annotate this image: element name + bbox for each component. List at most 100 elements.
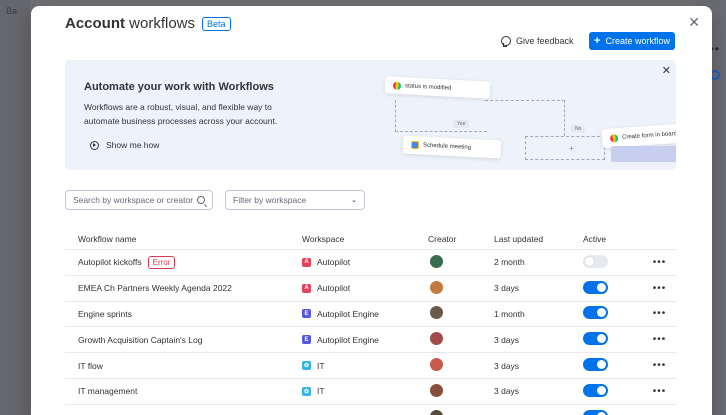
- workflow-illustration: status is modified Yes No Schedule meeti…: [315, 60, 676, 170]
- last-updated-cell: 3 days: [494, 386, 520, 397]
- active-cell: [583, 383, 643, 399]
- active-cell: [583, 254, 643, 270]
- avatar[interactable]: [430, 358, 443, 372]
- drop-shadow-shape: [611, 146, 676, 162]
- avatar[interactable]: [430, 383, 443, 397]
- workflow-name[interactable]: Growth Acquisition Captain's Log: [78, 335, 202, 345]
- show-me-how-link[interactable]: Show me how: [90, 140, 159, 150]
- close-icon[interactable]: ✕: [688, 14, 700, 31]
- workflows-table: Workflow name Workspace Creator Last upd…: [65, 228, 676, 415]
- workspace-name: Autopilot: [317, 283, 351, 294]
- workflow-name-cell: IT management: [65, 386, 302, 396]
- connector-line: [395, 100, 487, 132]
- workspace-name: Autopilot: [317, 257, 351, 268]
- active-toggle[interactable]: [583, 280, 608, 294]
- workspace-icon: ✿: [302, 386, 311, 396]
- more-options-icon[interactable]: •••: [643, 257, 676, 268]
- last-updated-cell: 2 month: [494, 257, 525, 268]
- more-options-icon[interactable]: •••: [643, 283, 676, 294]
- yes-pill: Yes: [453, 120, 470, 128]
- placeholder-box: [525, 136, 605, 160]
- workflows-banner: Automate your work with Workflows Workfl…: [65, 60, 676, 170]
- workspace-icon: ✿: [302, 361, 311, 371]
- workflow-name-cell: IT flow: [65, 361, 302, 371]
- banner-title: Automate your work with Workflows: [84, 81, 274, 93]
- play-icon: [90, 140, 99, 150]
- chat-bubble-icon: [501, 36, 511, 47]
- more-options-icon[interactable]: •••: [643, 360, 676, 371]
- workflow-name[interactable]: IT management: [78, 386, 137, 396]
- give-feedback-button[interactable]: Give feedback: [501, 36, 574, 47]
- avatar[interactable]: [430, 280, 443, 294]
- table-row[interactable]: Engine sprints E Autopilot Engine 1 mont…: [65, 302, 676, 328]
- workspace-name: IT: [317, 386, 325, 397]
- header-active: Active: [583, 233, 607, 244]
- avatar[interactable]: [430, 254, 443, 268]
- search-input[interactable]: Search by workspace or creator: [65, 190, 213, 210]
- chevron-down-icon: ⌄: [351, 197, 357, 204]
- creator-cell: [428, 254, 494, 270]
- error-badge: Error: [147, 255, 176, 269]
- table-row[interactable]: IT management ✿ IT 3 days •••: [65, 379, 676, 405]
- workflow-name[interactable]: Engine sprints: [78, 309, 132, 319]
- workspace-icon: A: [302, 257, 311, 267]
- workspace-cell: A Autopilot: [302, 257, 428, 267]
- beta-badge: Beta: [202, 17, 231, 31]
- background-sidebar: [0, 0, 30, 415]
- form-card: Create form in board: [601, 122, 676, 149]
- active-toggle[interactable]: [583, 306, 608, 320]
- more-options-icon[interactable]: •••: [643, 386, 676, 397]
- active-toggle[interactable]: [583, 383, 608, 397]
- workspace-cell: A Autopilot: [302, 283, 428, 293]
- workflow-name[interactable]: Autopilot kickoffs: [78, 257, 142, 267]
- background-tab: Ba: [6, 6, 18, 16]
- more-options-icon[interactable]: •••: [643, 308, 676, 319]
- workspace-icon: E: [302, 335, 311, 345]
- create-workflow-button[interactable]: + Create workflow: [589, 32, 675, 50]
- creator-cell: [428, 280, 494, 296]
- table-row[interactable]: EMEA Ch Partners Weekly Agenda 2022 A Au…: [65, 276, 676, 302]
- table-row[interactable]: IT flow ✿ IT 3 days •••: [65, 353, 676, 379]
- avatar[interactable]: [430, 306, 443, 320]
- creator-cell: [428, 383, 494, 399]
- active-toggle[interactable]: [583, 358, 608, 372]
- workspace-cell: ✿ IT: [302, 361, 428, 371]
- page-title: Account workflows: [65, 15, 196, 32]
- active-toggle[interactable]: [583, 332, 608, 346]
- more-options-icon[interactable]: •••: [643, 334, 676, 345]
- table-row[interactable]: Growth Acquisition Captain's Log E Autop…: [65, 327, 676, 354]
- workflow-name[interactable]: EMEA Ch Partners Weekly Agenda 2022: [78, 283, 232, 293]
- active-cell: [583, 332, 643, 347]
- table-row[interactable]: •••: [65, 405, 676, 415]
- workflow-name-cell: Growth Acquisition Captain's Log: [65, 335, 302, 345]
- header-workspace: Workspace: [302, 233, 345, 244]
- status-card: status is modified: [384, 76, 491, 99]
- active-toggle[interactable]: [583, 409, 608, 415]
- monday-logo-icon: [392, 81, 402, 90]
- workspace-cell: ✿ IT: [302, 386, 428, 396]
- last-updated-cell: 3 days: [494, 360, 520, 371]
- workspace-cell: E Autopilot Engine: [302, 309, 428, 319]
- avatar[interactable]: [430, 409, 443, 415]
- plus-icon: +: [594, 35, 601, 47]
- workspace-name: Autopilot Engine: [317, 308, 379, 319]
- monday-logo-icon: [609, 133, 619, 143]
- avatar[interactable]: [430, 332, 443, 346]
- connector-line: [485, 100, 565, 136]
- creator-cell: [428, 358, 494, 373]
- last-updated-cell: 3 days: [494, 334, 520, 345]
- workspace-filter-select[interactable]: Filter by workspace ⌄: [225, 190, 365, 210]
- table-row[interactable]: Autopilot kickoffs Error A Autopilot 2 m…: [65, 250, 676, 276]
- workflow-name-cell: Autopilot kickoffs Error: [65, 255, 302, 269]
- meeting-card: Schedule meeting: [402, 135, 502, 159]
- workflow-name-cell: EMEA Ch Partners Weekly Agenda 2022: [65, 283, 302, 293]
- active-toggle[interactable]: [583, 254, 608, 268]
- active-cell: [583, 306, 643, 321]
- account-workflows-modal: ✕ Account workflows Beta Give feedback +…: [31, 6, 712, 415]
- banner-description: Workflows are a robust, visual, and flex…: [84, 102, 278, 126]
- workspace-icon: A: [302, 283, 311, 293]
- search-icon: [197, 196, 205, 204]
- workflow-name[interactable]: IT flow: [78, 361, 103, 371]
- last-updated-cell: 1 month: [494, 308, 525, 319]
- no-pill: No: [571, 125, 586, 133]
